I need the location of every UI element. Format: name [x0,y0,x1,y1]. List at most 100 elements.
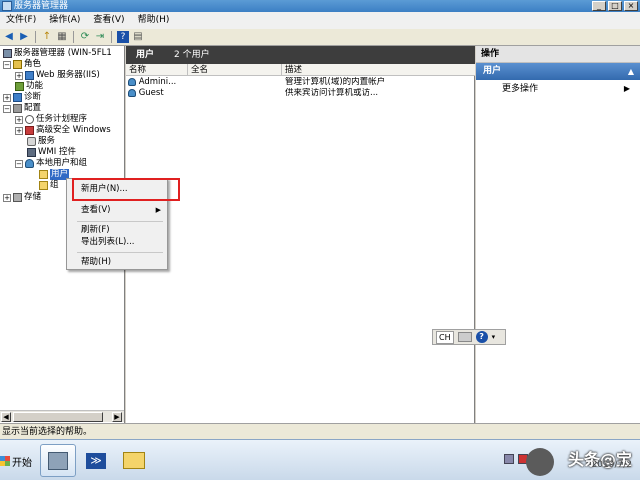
firewall-icon [25,126,34,135]
services-icon [27,137,36,146]
options-icon[interactable]: ▾ [492,333,496,341]
help-icon[interactable]: ? [475,331,488,343]
expand-icon[interactable]: + [3,193,11,202]
refresh-icon[interactable]: ⟳ [79,31,91,43]
user-icon [128,88,136,97]
menu-help[interactable]: 帮助(H) [138,12,170,29]
taskbar-app-server-manager[interactable] [40,444,76,477]
table-row[interactable]: Admini... 管理计算机(域)的内置帐户 [126,77,475,88]
column-header-description[interactable]: 描述 [282,64,475,76]
config-icon [13,104,22,113]
menu-separator [77,252,163,253]
minimize-button[interactable]: _ [592,1,606,11]
user-icon [128,77,136,86]
expand-icon[interactable]: + [15,126,23,135]
scroll-right-icon[interactable]: ▶ [112,412,122,422]
column-headers: 名称 全名 描述 [126,64,475,76]
scroll-left-icon[interactable]: ◀ [1,412,11,422]
tree-horizontal-scrollbar[interactable]: ◀ ▶ [0,410,124,422]
highlight-box [72,178,180,201]
show-hide-tree-icon[interactable]: ▦ [56,31,68,43]
menu-view[interactable]: 查看(V) [93,12,124,29]
input-language[interactable]: CH [436,330,454,344]
menu-item-view[interactable]: 查看(V) ▶ [67,203,167,218]
system-tray: 头条@宝 2019/7/2 [500,440,640,480]
tree-item-roles[interactable]: − 角色 [3,59,41,70]
tree-item-firewall[interactable]: + 高级安全 Windows [15,125,111,136]
menu-file[interactable]: 文件(F) [6,12,36,29]
folder-icon [39,181,48,190]
help-icon[interactable]: ? [117,31,129,43]
table-row[interactable]: Guest 供来宾访问计算机或访... [126,88,475,99]
tree-item-web-server[interactable]: + Web 服务器(IIS) [15,70,100,81]
expand-icon[interactable]: + [15,115,23,124]
forward-icon[interactable]: ▶ [18,31,30,43]
tree-item-config[interactable]: − 配置 [3,103,41,114]
results-header: 用户 2 个用户 [126,46,475,64]
status-bar: 显示当前选择的帮助。 [0,423,640,439]
server-manager-icon [48,451,68,470]
menu-item-help[interactable]: 帮助(H) [67,255,167,270]
toolbar: ◀ ▶ ↑ ▦ ⟳ ⇥ ? ▤ [0,29,640,46]
more-actions-item[interactable]: 更多操作 ▶ [476,80,640,98]
powershell-icon: ≫ [86,452,106,469]
diagnostics-icon [13,93,22,102]
tree-item-diagnostics[interactable]: + 诊断 [3,92,41,103]
storage-icon [13,193,22,202]
taskbar-app-explorer[interactable] [116,444,152,477]
properties-icon[interactable]: ▤ [132,31,144,43]
keyboard-icon[interactable] [457,332,472,342]
tree-item-groups[interactable]: 组 [39,180,59,191]
tree-item-local-users[interactable]: − 本地用户和组 [15,158,87,169]
up-icon[interactable]: ↑ [41,31,53,43]
collapse-up-icon[interactable]: ▲ [628,63,634,80]
title-bar: 服务器管理器 _ □ × [0,0,640,12]
tree-item-services[interactable]: 服务 [27,136,55,147]
start-button[interactable]: 开始 [0,450,34,472]
clock-icon [25,115,34,124]
folder-icon [39,170,48,179]
tree-item-task-scheduler[interactable]: + 任务计划程序 [15,114,87,125]
expand-icon[interactable]: + [3,93,11,102]
roles-icon [13,60,22,69]
column-header-name[interactable]: 名称 [126,64,188,76]
taskbar-app-powershell[interactable]: ≫ [78,444,114,477]
users-group-icon [25,159,34,168]
menu-action[interactable]: 操作(A) [49,12,80,29]
actions-header: 操作 [476,46,640,63]
toolbar-divider [111,31,112,43]
actions-section-users[interactable]: 用户 ▲ [476,63,640,80]
collapse-icon[interactable]: − [15,159,23,168]
collapse-icon[interactable]: − [3,60,11,69]
web-server-icon [25,71,34,80]
network-icon[interactable] [504,454,514,464]
tree-item-root[interactable]: 服务器管理器 (WIN-5FL1 [3,48,112,59]
column-header-fullname[interactable]: 全名 [188,64,282,76]
features-icon [15,82,24,91]
back-icon[interactable]: ◀ [3,31,15,43]
tree-item-storage[interactable]: + 存储 [3,192,41,203]
export-icon[interactable]: ⇥ [94,31,106,43]
close-button[interactable]: × [624,1,638,11]
results-pane: 用户 2 个用户 名称 全名 描述 Admini... 管理计算机(域)的内置帐户… [126,46,475,423]
expand-icon[interactable]: + [15,71,23,80]
tree-item-features[interactable]: 功能 [15,81,43,92]
scrollbar-thumb[interactable] [13,412,103,422]
taskbar: 开始 ≫ 头条@宝 2019/7/2 [0,439,640,480]
toolbar-divider [73,31,74,43]
menu-separator [77,221,163,222]
server-manager-icon [2,1,12,11]
clock[interactable]: 2019/7/2 [592,460,632,470]
maximize-button[interactable]: □ [608,1,622,11]
window-title: 服务器管理器 [14,1,69,11]
tree-item-users[interactable]: 用户 [39,169,70,180]
menu-item-export[interactable]: 导出列表(L)... [67,235,167,250]
actions-pane: 操作 用户 ▲ 更多操作 ▶ [476,46,640,423]
collapse-icon[interactable]: − [3,104,11,113]
tree-item-wmi[interactable]: WMI 控件 [27,147,76,158]
language-bar: CH ? ▾ [432,329,506,345]
toolbar-divider [35,31,36,43]
explorer-folder-icon [123,452,145,469]
server-icon [3,49,12,58]
wmi-icon [27,148,36,157]
